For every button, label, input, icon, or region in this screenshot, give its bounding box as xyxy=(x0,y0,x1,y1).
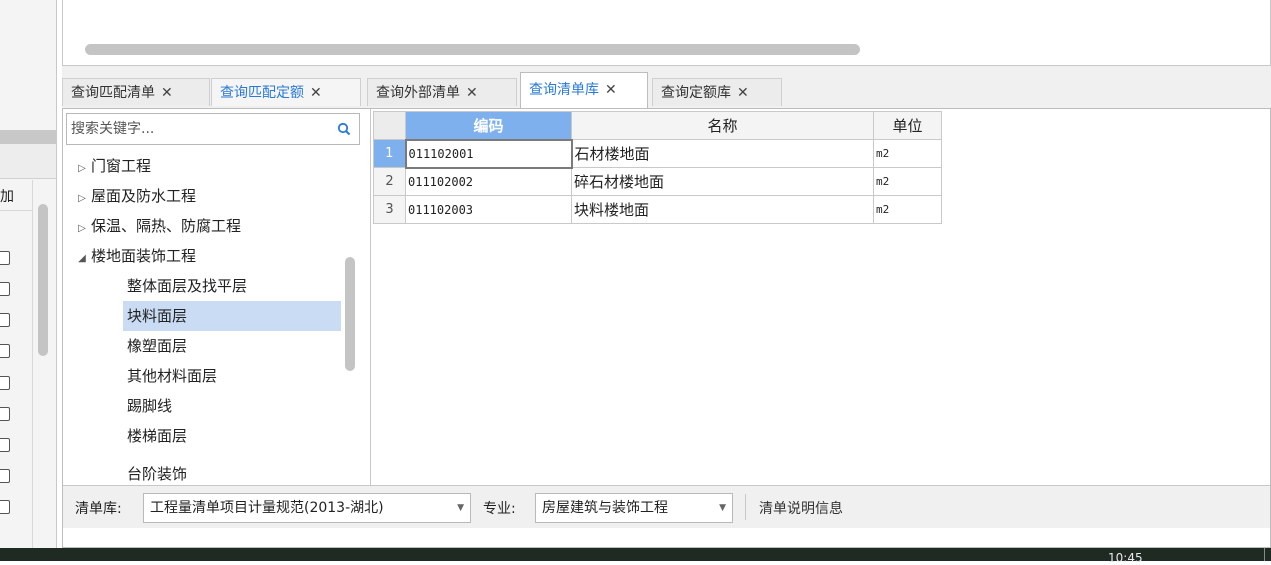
tree-node-child[interactable]: 整体面层及找平层 xyxy=(127,271,247,301)
column-header-unit[interactable]: 单位 xyxy=(873,111,942,140)
tree-node-floor-decoration[interactable]: ◢ 楼地面装饰工程 xyxy=(73,241,196,271)
left-side-panel: 加 xyxy=(0,0,57,548)
tab-label: 查询定额库 xyxy=(661,85,731,101)
specialty-select-value: 房屋建筑与装饰工程 xyxy=(542,500,668,516)
tree-scrollbar[interactable] xyxy=(345,257,355,371)
left-panel-header-bar xyxy=(0,130,56,144)
expand-arrow-icon[interactable]: ▷ xyxy=(73,154,91,184)
specialty-label: 专业: xyxy=(483,501,516,517)
cell-unit[interactable]: m2 xyxy=(873,139,942,168)
table-corner-cell[interactable] xyxy=(373,111,406,140)
cell-code[interactable]: 011102001 xyxy=(404,138,573,169)
left-panel-row-line xyxy=(0,210,32,211)
tab-bar: 查询匹配清单 ✕ 查询匹配定额 ✕ 查询外部清单 ✕ 查询清单库 ✕ 查询定额库 ✕ xyxy=(62,72,1271,108)
left-panel-scrollbar[interactable] xyxy=(38,204,48,356)
row-checkbox[interactable] xyxy=(0,251,10,265)
tab-content: ▷门窗工程 ▷屋面及防水工程 ▷保温、隔热、防腐工程 ◢楼地面装饰工程 整体面层… xyxy=(62,108,1271,548)
footer-bar: 清单库: 工程量清单项目计量规范(2013-湖北) ▼ 专业: 房屋建筑与装饰工… xyxy=(63,485,1270,528)
row-checkbox[interactable] xyxy=(0,376,10,390)
search-input[interactable] xyxy=(71,114,321,144)
column-header-name[interactable]: 名称 xyxy=(571,111,874,140)
chevron-down-icon[interactable]: ▼ xyxy=(719,494,726,522)
close-icon[interactable]: ✕ xyxy=(605,82,617,98)
left-panel-column-divider xyxy=(32,180,33,548)
tree-node-insulation[interactable]: ▷ 保温、隔热、防腐工程 xyxy=(73,211,241,241)
tree-node-child[interactable]: 橡塑面层 xyxy=(127,331,187,361)
row-checkbox[interactable] xyxy=(0,438,10,452)
cell-name[interactable]: 块料楼地面 xyxy=(571,195,874,224)
row-checkbox[interactable] xyxy=(0,407,10,421)
cell-unit[interactable]: m2 xyxy=(873,167,942,196)
chevron-down-icon[interactable]: ▼ xyxy=(457,494,464,522)
tab-label: 查询匹配清单 xyxy=(71,85,155,101)
tab-label: 查询匹配定额 xyxy=(220,85,304,101)
top-pane-horizontal-scrollbar[interactable] xyxy=(85,44,860,55)
table-row[interactable]: 1 011102001 石材楼地面 m2 xyxy=(373,138,942,169)
row-number[interactable]: 1 xyxy=(373,139,406,168)
tab-label: 查询清单库 xyxy=(529,82,599,98)
cell-code[interactable]: 011102002 xyxy=(405,167,572,196)
library-select-value: 工程量清单项目计量规范(2013-湖北) xyxy=(150,500,384,516)
tab-query-matched-quota[interactable]: 查询匹配定额 ✕ xyxy=(211,78,361,106)
row-checkbox[interactable] xyxy=(0,313,10,327)
top-pane xyxy=(62,0,1271,66)
row-number[interactable]: 3 xyxy=(373,195,406,224)
search-icon[interactable] xyxy=(337,122,351,136)
table-row[interactable]: 2 011102002 碎石材楼地面 m2 xyxy=(373,167,942,196)
row-checkbox[interactable] xyxy=(0,282,10,296)
tab-query-external-list[interactable]: 查询外部清单 ✕ xyxy=(367,78,517,106)
taskbar-clock[interactable]: 10:45 xyxy=(1108,552,1143,564)
close-icon[interactable]: ✕ xyxy=(310,85,322,101)
row-checkbox[interactable] xyxy=(0,500,10,514)
cell-name[interactable]: 石材楼地面 xyxy=(571,139,874,168)
main-frame: 查询匹配清单✕ 查询匹配定额✕ 查询外部清单✕ 查询清单库✕ 查询定额库✕ ▷门 xyxy=(62,0,1271,548)
table-row[interactable]: 3 011102003 块料楼地面 m2 xyxy=(373,195,942,224)
tree-node-child[interactable]: 踢脚线 xyxy=(127,391,172,421)
cell-code[interactable]: 011102003 xyxy=(405,195,572,224)
taskbar: 10:45 xyxy=(0,548,1271,564)
library-label: 清单库: xyxy=(75,501,122,517)
collapse-arrow-icon[interactable]: ◢ xyxy=(73,244,91,274)
search-box[interactable] xyxy=(66,113,360,145)
left-panel-column-label: 加 xyxy=(0,189,14,205)
footer-divider xyxy=(745,494,746,520)
close-icon[interactable]: ✕ xyxy=(466,85,478,101)
tree-node-child[interactable]: 台阶装饰 xyxy=(127,459,187,485)
tab-query-matched-list[interactable]: 查询匹配清单 ✕ xyxy=(62,78,210,106)
tree-node-child-selected[interactable]: 块料面层 xyxy=(123,301,341,331)
list-grid: 编码 名称 单位 1 011102001 石材楼地面 m2 2 01110200… xyxy=(373,111,942,224)
table-header-row: 编码 名称 单位 xyxy=(373,111,942,140)
cell-unit[interactable]: m2 xyxy=(873,195,942,224)
list-info-link[interactable]: 清单说明信息 xyxy=(759,498,843,518)
tree-node-child[interactable]: 其他材料面层 xyxy=(127,361,217,391)
row-number[interactable]: 2 xyxy=(373,167,406,196)
tree-node-doors-windows[interactable]: ▷ 门窗工程 xyxy=(73,151,151,181)
library-select[interactable]: 工程量清单项目计量规范(2013-湖北) ▼ xyxy=(143,493,471,523)
close-icon[interactable]: ✕ xyxy=(161,85,173,101)
tab-query-list-library[interactable]: 查询清单库 ✕ xyxy=(520,72,648,108)
tab-query-quota-library[interactable]: 查询定额库 ✕ xyxy=(652,78,782,106)
tab-label: 查询外部清单 xyxy=(376,85,460,101)
left-panel-toolbar xyxy=(0,144,56,179)
expand-arrow-icon[interactable]: ▷ xyxy=(73,214,91,244)
show-desktop-edge[interactable] xyxy=(1264,548,1265,561)
category-tree-panel: ▷门窗工程 ▷屋面及防水工程 ▷保温、隔热、防腐工程 ◢楼地面装饰工程 整体面层… xyxy=(63,109,371,485)
row-checkbox[interactable] xyxy=(0,469,10,483)
tree-node-child[interactable]: 楼梯面层 xyxy=(127,421,187,451)
specialty-select[interactable]: 房屋建筑与装饰工程 ▼ xyxy=(535,493,733,523)
expand-arrow-icon[interactable]: ▷ xyxy=(73,184,91,214)
column-header-code[interactable]: 编码 xyxy=(405,111,572,140)
cell-name[interactable]: 碎石材楼地面 xyxy=(571,167,874,196)
list-table: 编码 名称 单位 1 011102001 石材楼地面 m2 2 01110200… xyxy=(373,111,942,224)
close-icon[interactable]: ✕ xyxy=(737,85,749,101)
row-checkbox[interactable] xyxy=(0,344,10,358)
tree-node-roof-waterproof[interactable]: ▷ 屋面及防水工程 xyxy=(73,181,196,211)
